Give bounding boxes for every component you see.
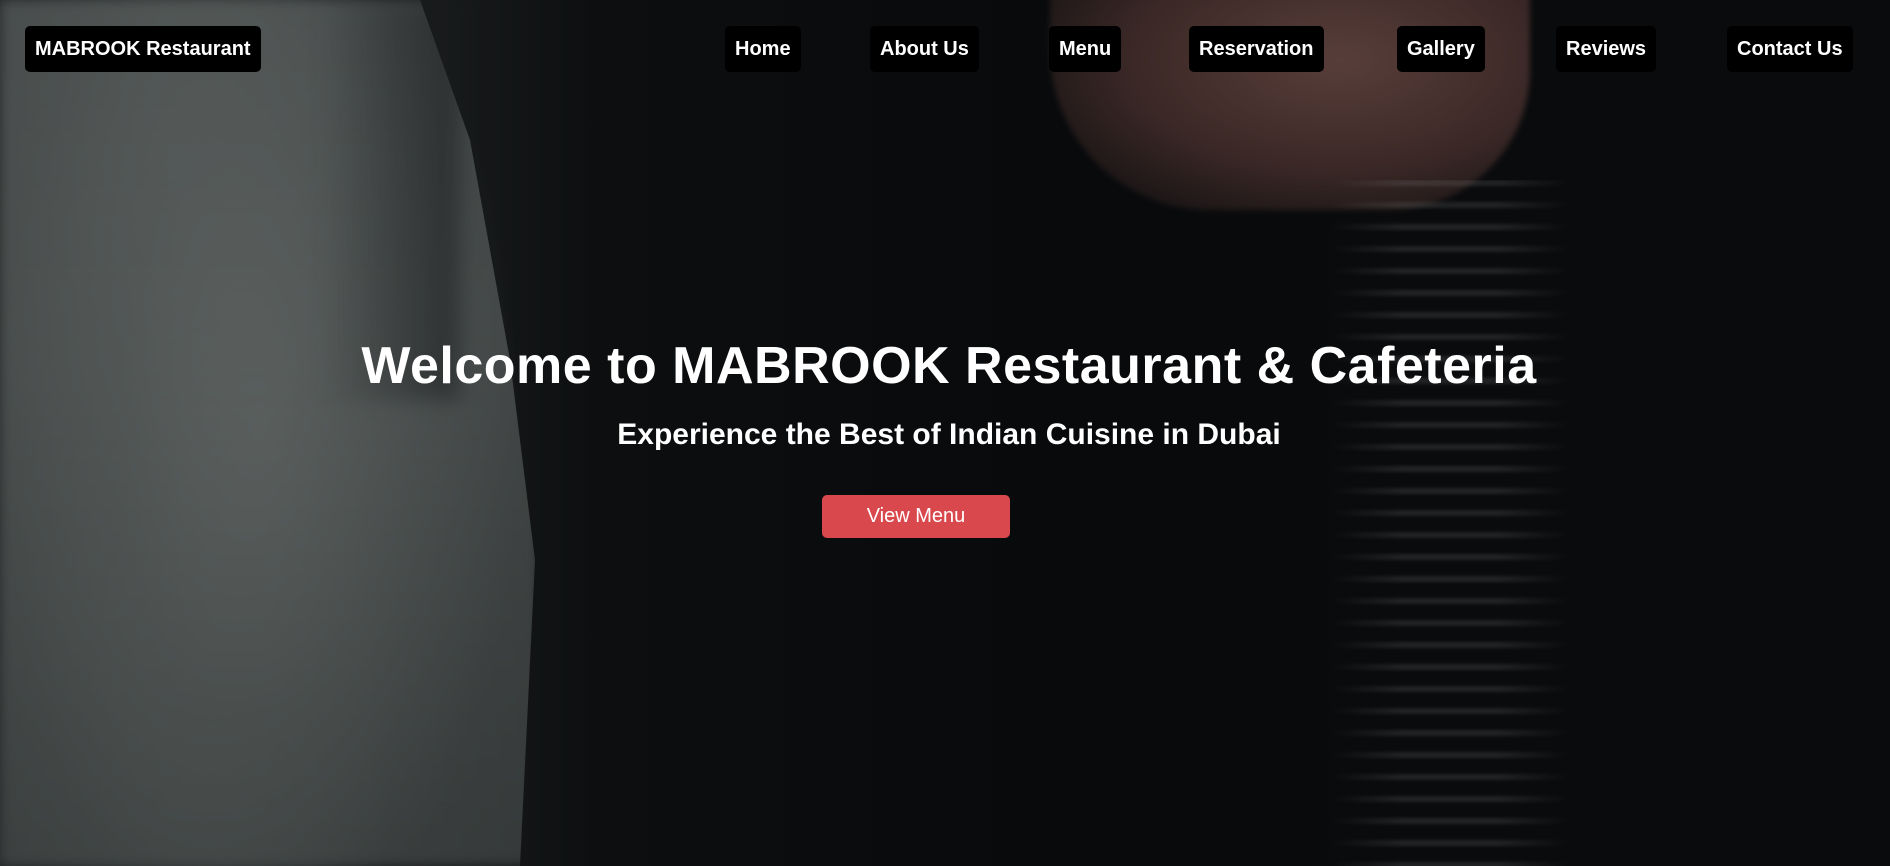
hero-section: MABROOK Restaurant Home About Us Menu Re… — [0, 0, 1890, 866]
hero-content: Welcome to MABROOK Restaurant & Cafeteri… — [0, 0, 1890, 866]
hero-subtitle: Experience the Best of Indian Cuisine in… — [617, 418, 1281, 451]
hero-title: Welcome to MABROOK Restaurant & Cafeteri… — [361, 337, 1537, 395]
view-menu-button[interactable]: View Menu — [822, 495, 1010, 538]
